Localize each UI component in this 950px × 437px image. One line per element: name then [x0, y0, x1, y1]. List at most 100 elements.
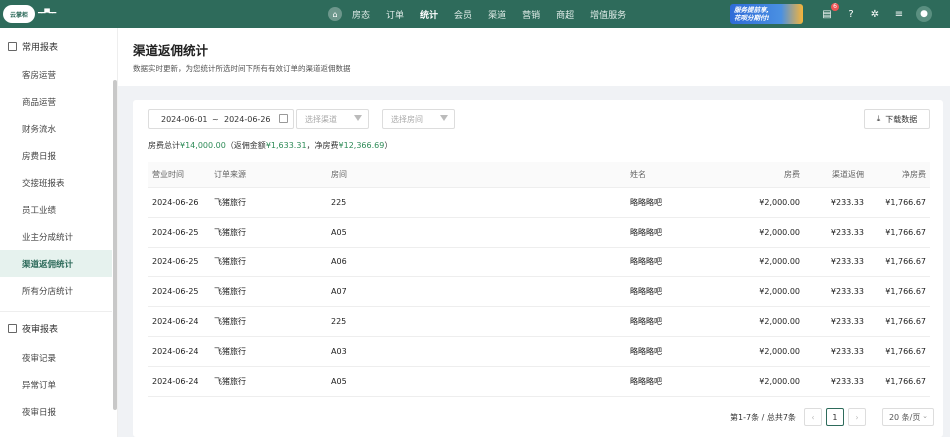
sidebar-item-shift-report[interactable]: 交接班报表 — [0, 169, 112, 196]
report-icon — [8, 324, 17, 333]
next-page-button[interactable]: › — [847, 408, 866, 426]
cell-name: 略略略吧 — [630, 376, 662, 386]
cell-order-source: 飞猪旅行 — [214, 257, 246, 267]
date-end[interactable]: 2024-06-26 — [224, 115, 271, 124]
cell-business-date: 2024-06-25 — [152, 287, 199, 297]
cell-room-fee: ¥2,000.00 — [759, 257, 800, 267]
cell-order-source: 飞猪旅行 — [214, 287, 246, 297]
table-row: 2024-06-24 飞猪旅行 A03 略略略吧 ¥2,000.00 ¥233.33 ¥1,… — [148, 337, 930, 367]
cell-room-fee: ¥2,000.00 — [759, 317, 800, 327]
page-size-value: 20 条/页 — [888, 412, 921, 422]
download-icon: ⤓ — [876, 114, 881, 123]
cell-business-date: 2024-06-24 — [152, 317, 199, 327]
cell-net-fee: ¥1,766.67 — [885, 287, 926, 297]
menu-icon[interactable]: ≡ — [892, 7, 906, 21]
cell-name: 略略略吧 — [630, 197, 662, 207]
cell-room: A07 — [331, 287, 347, 297]
gear-icon[interactable]: ✲ — [868, 7, 882, 21]
date-separator: ~ — [212, 114, 219, 124]
home-icon[interactable]: ⌂ — [328, 7, 342, 21]
col-name: 姓名 — [630, 170, 646, 179]
channel-select[interactable]: 选择渠道 — [296, 109, 369, 129]
cell-net-fee: ¥1,766.67 — [885, 197, 926, 207]
cell-room-fee: ¥2,000.00 — [759, 346, 800, 356]
filter-icon — [440, 115, 448, 121]
sidebar-item-goods-operations[interactable]: 商品运营 — [0, 88, 112, 115]
download-label: 下载数据 — [885, 114, 918, 124]
cell-name: 略略略吧 — [630, 317, 662, 327]
cell-room: A05 — [331, 376, 347, 386]
cell-net-fee: ¥1,766.67 — [885, 257, 926, 267]
top-icons: ▤ 6 ? ✲ ≡ ● — [820, 3, 932, 22]
sidebar-group-night-audit[interactable]: 夜审报表 — [0, 315, 112, 342]
sidebar-scrollbar[interactable] — [113, 80, 117, 410]
table-row: 2024-06-25 飞猪旅行 A07 略略略吧 ¥2,000.00 ¥233.33 ¥1,… — [148, 277, 930, 308]
cell-channel-commission: ¥233.33 — [830, 257, 864, 267]
nav-item-statistics[interactable]: 统计 — [420, 8, 438, 21]
promo-line-2: 花呗分期付! — [734, 14, 770, 22]
filter-icon — [354, 115, 362, 121]
nav-item-marketing[interactable]: 营销 — [522, 8, 540, 21]
nav-item-room-status[interactable]: 房态 — [352, 8, 370, 21]
message-badge: 6 — [831, 3, 839, 11]
cell-name: 略略略吧 — [630, 227, 662, 237]
date-range-picker[interactable]: 2024-06-01 ~ 2024-06-26 — [148, 109, 294, 129]
cell-business-date: 2024-06-25 — [152, 257, 199, 267]
cell-channel-commission: ¥233.33 — [830, 376, 864, 386]
avatar[interactable]: ● — [916, 6, 932, 22]
nav-item-channels[interactable]: 渠道 — [488, 8, 506, 21]
sidebar-item-night-audit-daily[interactable]: 夜审日报 — [0, 398, 112, 425]
sidebar-item-night-audit-records[interactable]: 夜审记录 — [0, 344, 112, 371]
app-logo[interactable]: 云掌柜 — [3, 5, 35, 23]
sidebar-item-abnormal-orders[interactable]: 异常订单 — [0, 371, 112, 398]
commission-table: 营业时间 订单来源 房间 姓名 房费 渠道返佣 净房费 2024-06-26 飞猪… — [148, 162, 930, 397]
date-start[interactable]: 2024-06-01 — [161, 115, 208, 124]
sidebar-item-owner-share[interactable]: 业主分成统计 — [0, 223, 112, 250]
sidebar-item-room-fee-daily[interactable]: 房费日报 — [0, 142, 112, 169]
sidebar-group-label: 常用报表 — [22, 43, 59, 53]
promo-line-1: 服务提前享, — [734, 6, 769, 14]
cell-name: 略略略吧 — [630, 257, 662, 267]
message-icon[interactable]: ▤ 6 — [820, 3, 839, 21]
main-nav: ⌂ 房态 订单 统计 会员 渠道 营销 商超 增值服务 — [328, 0, 642, 28]
room-select[interactable]: 选择房间 — [382, 109, 455, 129]
cell-business-date: 2024-06-26 — [152, 197, 199, 207]
chevron-down-icon: ⌄ — [922, 412, 928, 420]
cell-name: 略略略吧 — [630, 346, 662, 356]
cell-business-date: 2024-06-24 — [152, 346, 199, 356]
summary-total: ¥14,000.00 — [180, 141, 226, 150]
cell-net-fee: ¥1,766.67 — [885, 317, 926, 327]
prev-page-button[interactable]: ‹ — [803, 408, 822, 426]
summary-prefix: 房费总计 — [148, 141, 180, 150]
sidebar-item-channel-commission[interactable]: 渠道返佣统计 — [0, 250, 112, 277]
cell-name: 略略略吧 — [630, 287, 662, 297]
nav-item-orders[interactable]: 订单 — [386, 8, 404, 21]
pagination-info: 第1-7条 / 总共7条 — [730, 412, 796, 422]
summary-net: ¥12,366.69 — [338, 141, 385, 150]
cell-order-source: 飞猪旅行 — [214, 317, 246, 327]
download-button[interactable]: ⤓ 下载数据 — [864, 109, 930, 129]
room-select-placeholder: 选择房间 — [391, 114, 423, 124]
sidebar-item-finance-flow[interactable]: 财务流水 — [0, 115, 112, 142]
sidebar-item-room-operations[interactable]: 客房运营 — [0, 61, 112, 88]
sidebar-group-common-reports[interactable]: 常用报表 — [0, 33, 112, 60]
cell-net-fee: ¥1,766.67 — [885, 346, 926, 356]
sidebar-item-staff-performance[interactable]: 员工业绩 — [0, 196, 112, 223]
channel-select-placeholder: 选择渠道 — [305, 114, 337, 124]
page-number-button[interactable]: 1 — [825, 408, 844, 426]
table-body: 2024-06-26 飞猪旅行 225 略略略吧 ¥2,000.00 ¥233.33 ¥1,… — [148, 188, 930, 397]
cell-room: A05 — [331, 227, 347, 237]
cell-room: A06 — [331, 257, 347, 267]
nav-item-supermarket[interactable]: 商超 — [556, 8, 574, 21]
cell-room-fee: ¥2,000.00 — [759, 197, 800, 207]
sidebar-divider — [0, 311, 112, 312]
sidebar-item-all-branches[interactable]: 所有分店统计 — [0, 277, 112, 304]
nav-item-value-added[interactable]: 增值服务 — [590, 8, 626, 21]
cell-order-source: 飞猪旅行 — [214, 376, 246, 386]
nav-item-members[interactable]: 会员 — [454, 8, 472, 21]
calendar-icon — [279, 114, 288, 123]
promo-banner[interactable]: 服务提前享, 花呗分期付! — [730, 4, 803, 24]
help-icon[interactable]: ? — [844, 7, 858, 21]
page-size-select[interactable]: 20 条/页 ⌄ — [881, 408, 934, 426]
page-title: 渠道返佣统计 — [133, 43, 209, 58]
